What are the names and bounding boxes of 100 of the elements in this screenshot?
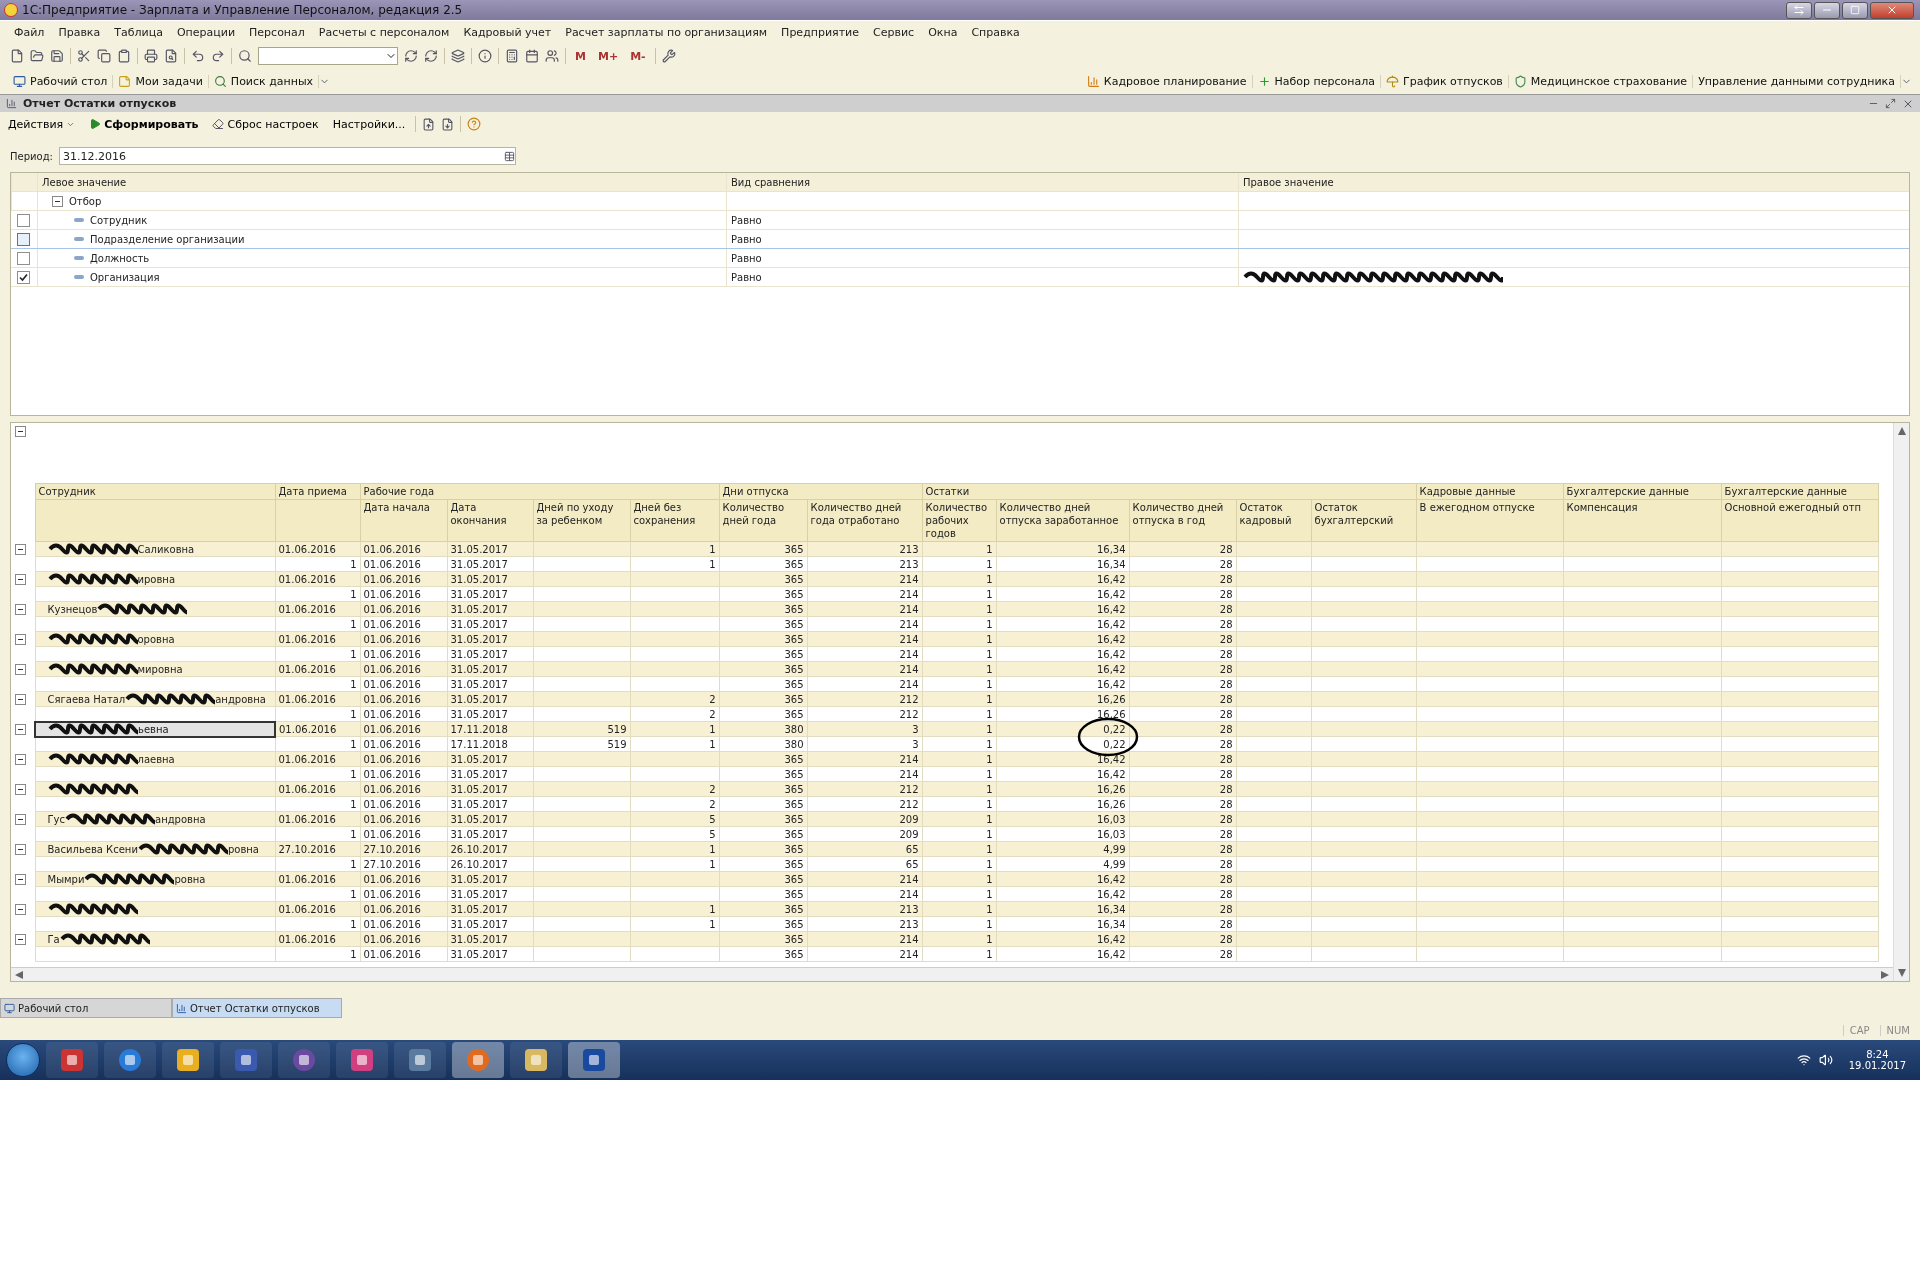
scroll-right-icon[interactable] bbox=[1881, 970, 1889, 979]
undo-icon[interactable] bbox=[191, 49, 205, 63]
menu-item[interactable]: Операции bbox=[176, 26, 236, 39]
checkbox[interactable] bbox=[17, 251, 30, 265]
help-icon[interactable] bbox=[467, 117, 482, 131]
vertical-scrollbar[interactable] bbox=[1893, 423, 1909, 981]
taskbar-app-icon[interactable] bbox=[278, 1042, 330, 1078]
collapse-icon[interactable] bbox=[15, 426, 26, 437]
scroll-left-icon[interactable] bbox=[15, 970, 23, 979]
volume-icon[interactable] bbox=[1818, 1053, 1833, 1067]
collapse-icon[interactable] bbox=[15, 753, 26, 765]
taskbar-app-icon[interactable] bbox=[162, 1042, 214, 1078]
memory-button[interactable]: M+ bbox=[594, 49, 622, 63]
calendar-icon[interactable] bbox=[525, 49, 539, 63]
scroll-up-icon[interactable] bbox=[1897, 427, 1906, 435]
collapse-icon[interactable] bbox=[15, 693, 26, 705]
collapse-icon[interactable] bbox=[15, 603, 26, 615]
collapse-icon[interactable] bbox=[15, 903, 26, 915]
close-button[interactable] bbox=[1870, 1, 1914, 19]
collapse-icon[interactable] bbox=[15, 783, 26, 795]
document-icon[interactable] bbox=[10, 49, 24, 63]
menu-item[interactable]: Персонал bbox=[249, 26, 305, 39]
toolbar-button[interactable]: Сформировать bbox=[85, 117, 203, 131]
horizontal-scrollbar[interactable] bbox=[11, 967, 1893, 981]
preview-icon[interactable] bbox=[164, 49, 178, 63]
memory-button[interactable]: M- bbox=[627, 49, 649, 63]
collapse-icon[interactable] bbox=[15, 843, 26, 855]
import-icon[interactable] bbox=[441, 117, 455, 131]
refresh-icon[interactable] bbox=[404, 49, 418, 63]
taskbar-app-icon[interactable] bbox=[104, 1042, 156, 1078]
menu-item[interactable]: Файл bbox=[14, 26, 45, 39]
export-icon[interactable] bbox=[422, 117, 436, 131]
collapse-icon[interactable] bbox=[52, 195, 63, 207]
collapse-icon[interactable] bbox=[15, 633, 26, 645]
panel-button[interactable]: Кадровое планирование bbox=[1081, 74, 1253, 88]
menu-item[interactable]: Расчет зарплаты по организациям bbox=[565, 26, 768, 39]
clock[interactable]: 8:24 19.01.2017 bbox=[1840, 1049, 1914, 1071]
panel-button[interactable]: Мои задачи bbox=[113, 74, 209, 88]
menu-item[interactable]: Справка bbox=[971, 26, 1020, 39]
restore-icon[interactable] bbox=[1885, 98, 1896, 109]
info-icon[interactable] bbox=[478, 49, 492, 63]
employee-cell[interactable]: ьевна bbox=[35, 721, 275, 737]
toolbar-button[interactable]: Сброс настроек bbox=[208, 117, 323, 131]
collapse-icon[interactable] bbox=[15, 543, 26, 555]
menu-item[interactable]: Расчеты с персоналом bbox=[318, 26, 450, 39]
menu-item[interactable]: Предприятие bbox=[781, 26, 859, 39]
taskbar-app-icon[interactable] bbox=[568, 1042, 620, 1078]
checkbox[interactable] bbox=[17, 270, 30, 284]
panel-button[interactable]: Поиск данных bbox=[208, 74, 320, 88]
folder-icon[interactable] bbox=[30, 49, 44, 63]
start-button[interactable] bbox=[6, 1043, 40, 1077]
minimize-button[interactable] bbox=[1814, 1, 1840, 19]
taskbar-app-icon[interactable] bbox=[394, 1042, 446, 1078]
scroll-down-icon[interactable] bbox=[1897, 969, 1906, 977]
panel-button[interactable]: График отпусков bbox=[1380, 74, 1509, 88]
taskbar-app-icon[interactable] bbox=[336, 1042, 388, 1078]
collapse-icon[interactable] bbox=[15, 723, 26, 735]
paste-icon[interactable] bbox=[117, 49, 131, 63]
menu-item[interactable]: Сервис bbox=[873, 26, 915, 39]
taskbar-app-icon[interactable] bbox=[46, 1042, 98, 1078]
save-icon[interactable] bbox=[50, 49, 64, 63]
redo-icon[interactable] bbox=[211, 49, 225, 63]
toolbar-button[interactable]: Настройки... bbox=[328, 117, 410, 131]
panel-button[interactable]: Набор персонала bbox=[1252, 74, 1381, 88]
windows-icon[interactable] bbox=[451, 49, 465, 63]
network-icon[interactable] bbox=[1796, 1053, 1811, 1067]
search-field[interactable] bbox=[258, 47, 398, 65]
field-icon bbox=[74, 256, 84, 260]
copy-icon[interactable] bbox=[97, 49, 111, 63]
menu-item[interactable]: Таблица bbox=[114, 26, 163, 39]
resize-button[interactable] bbox=[1786, 1, 1812, 19]
toolbar-button[interactable]: Действия bbox=[4, 117, 80, 131]
collapse-icon[interactable] bbox=[15, 813, 26, 825]
collapse-icon[interactable] bbox=[15, 933, 26, 945]
calendar-icon[interactable] bbox=[503, 150, 515, 162]
calculator-icon[interactable] bbox=[505, 49, 519, 63]
panel-button[interactable]: Медицинское страхование bbox=[1508, 74, 1694, 88]
window-tab[interactable]: Рабочий стол bbox=[0, 998, 172, 1018]
checkbox[interactable] bbox=[17, 213, 30, 227]
menu-item[interactable]: Окна bbox=[928, 26, 958, 39]
maximize-button[interactable] bbox=[1842, 1, 1868, 19]
memory-button[interactable]: M bbox=[572, 49, 589, 63]
panel-button[interactable]: Управление данными сотрудника bbox=[1693, 74, 1901, 88]
panel-button[interactable]: Рабочий стол bbox=[8, 74, 114, 88]
collapse-icon[interactable] bbox=[15, 873, 26, 885]
refresh-icon[interactable] bbox=[424, 49, 438, 63]
window-tab[interactable]: Отчет Остатки отпусков bbox=[172, 998, 342, 1018]
search-icon[interactable] bbox=[238, 49, 252, 63]
users-icon[interactable] bbox=[545, 49, 559, 63]
collapse-icon[interactable] bbox=[15, 573, 26, 585]
collapse-icon[interactable] bbox=[15, 663, 26, 675]
menu-item[interactable]: Кадровый учет bbox=[463, 26, 552, 39]
printer-icon[interactable] bbox=[144, 49, 158, 63]
menu-item[interactable]: Правка bbox=[58, 26, 101, 39]
taskbar-app-icon[interactable] bbox=[220, 1042, 272, 1078]
checkbox[interactable] bbox=[17, 232, 30, 246]
wrench-icon[interactable] bbox=[661, 49, 676, 63]
taskbar-app-icon[interactable] bbox=[510, 1042, 562, 1078]
cut-icon[interactable] bbox=[77, 49, 91, 63]
period-field[interactable]: 31.12.2016 bbox=[58, 147, 516, 165]
